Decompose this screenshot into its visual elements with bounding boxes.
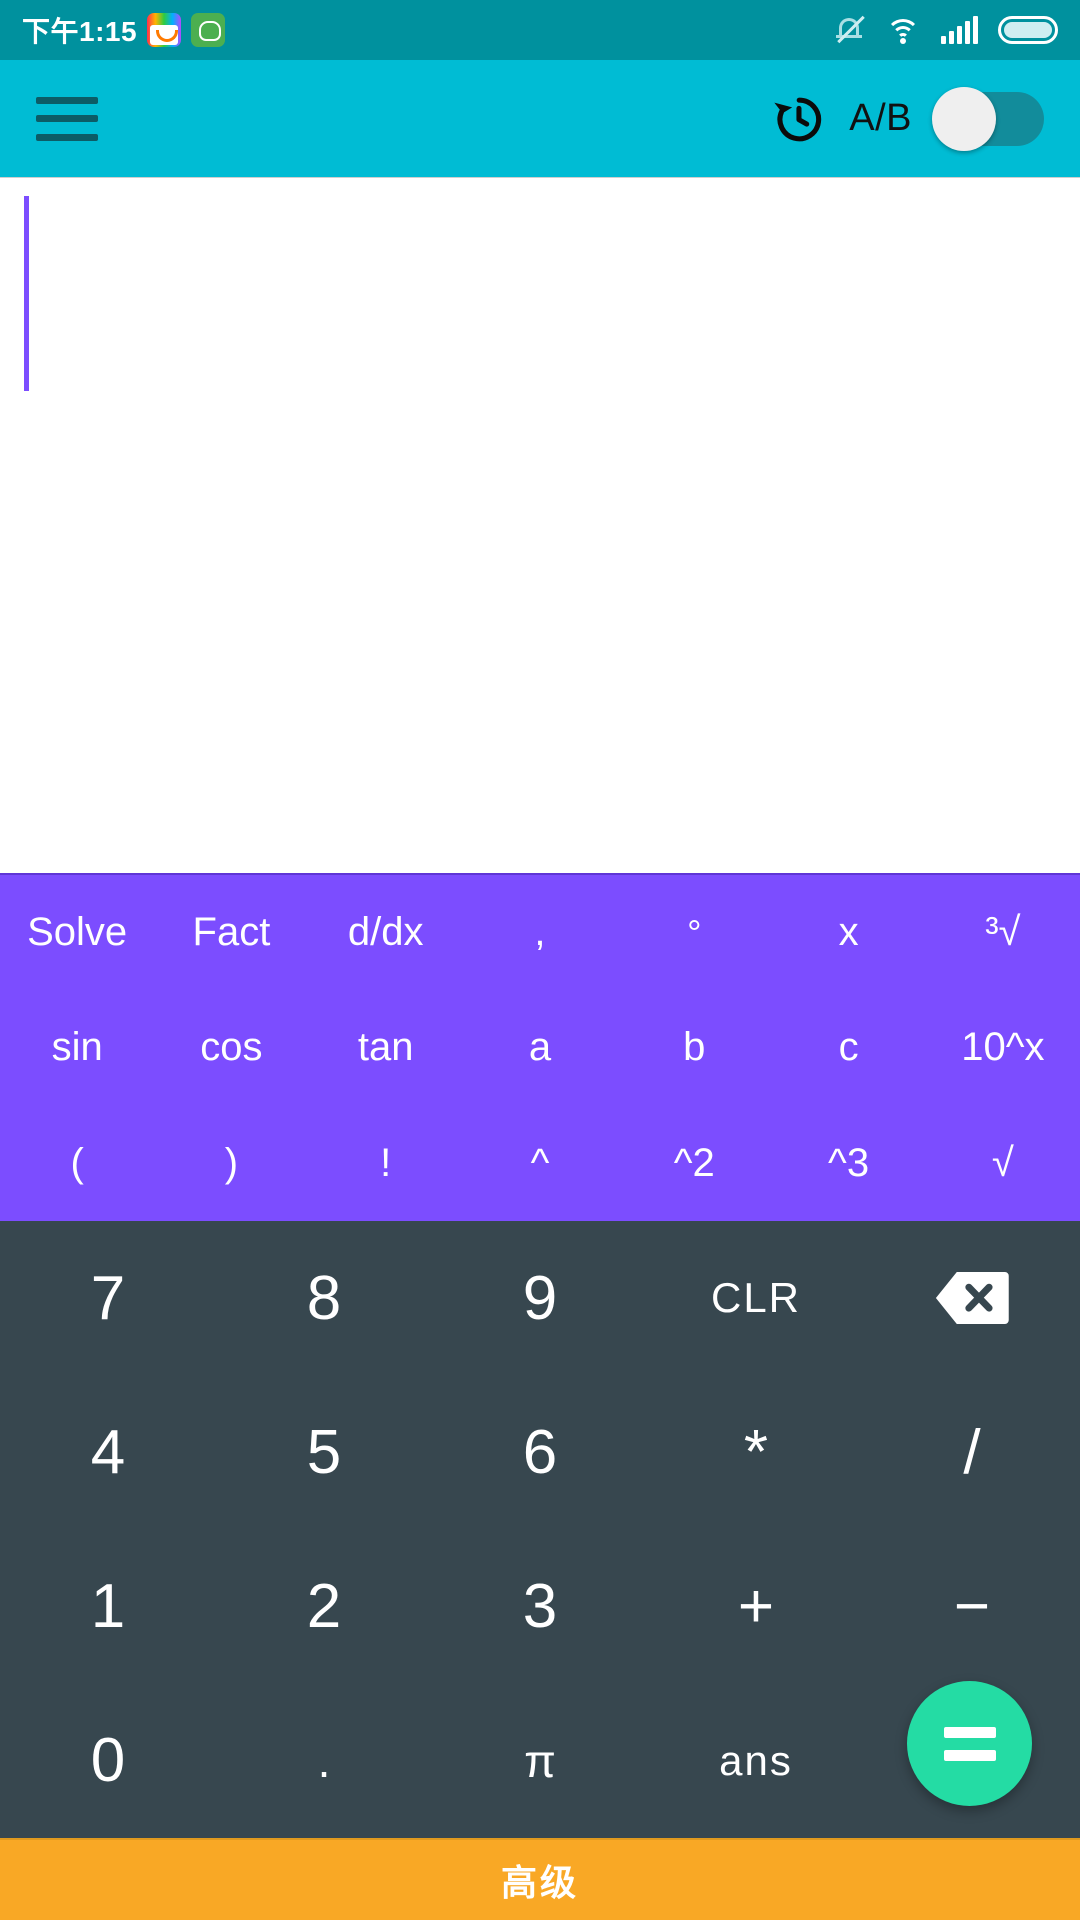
key-4[interactable]: 4 — [0, 1375, 216, 1529]
wifi-icon — [885, 16, 921, 44]
backspace-icon — [934, 1267, 1010, 1329]
equals-icon-top — [943, 1726, 996, 1738]
key-a[interactable]: a — [463, 990, 617, 1105]
key-tan[interactable]: tan — [309, 990, 463, 1105]
key-0[interactable]: 0 — [0, 1684, 216, 1838]
status-bar: 下午1:15 — [0, 0, 1080, 60]
key-plus[interactable]: + — [648, 1530, 864, 1684]
function-row-1: Solve Fact d/dx , ° x ³√ — [0, 875, 1080, 990]
key-clear[interactable]: CLR — [648, 1221, 864, 1375]
key-ans[interactable]: ans — [648, 1684, 864, 1838]
key-fact[interactable]: Fact — [154, 875, 308, 990]
signal-icon — [941, 16, 978, 44]
key-ddx[interactable]: d/dx — [309, 875, 463, 990]
key-cube[interactable]: ^3 — [771, 1106, 925, 1221]
key-3[interactable]: 3 — [432, 1530, 648, 1684]
key-6[interactable]: 6 — [432, 1375, 648, 1529]
key-7[interactable]: 7 — [0, 1221, 216, 1375]
key-9[interactable]: 9 — [432, 1221, 648, 1375]
advanced-mode-bar[interactable]: 高级 — [0, 1838, 1080, 1920]
key-backspace[interactable] — [864, 1221, 1080, 1375]
status-bar-left: 下午1:15 — [22, 10, 226, 50]
app-toolbar: A/B — [0, 60, 1080, 177]
function-row-3: ( ) ! ^ ^2 ^3 √ — [0, 1106, 1080, 1221]
toggle-thumb — [932, 86, 996, 151]
key-open-paren[interactable]: ( — [0, 1106, 154, 1221]
number-row-3: 1 2 3 + − — [0, 1530, 1080, 1684]
key-sqrt[interactable]: √ — [926, 1106, 1080, 1221]
advanced-mode-label: 高级 — [500, 1862, 579, 1903]
expression-display[interactable] — [0, 177, 1080, 873]
key-factorial[interactable]: ! — [309, 1106, 463, 1221]
key-2[interactable]: 2 — [216, 1530, 432, 1684]
key-divide[interactable]: / — [864, 1375, 1080, 1529]
key-sin[interactable]: sin — [0, 990, 154, 1105]
ab-mode-label: A/B — [849, 97, 912, 139]
calculator-app: 下午1:15 A/B Solve Fact d/dx , ° x ³√ sin … — [0, 0, 1080, 1920]
status-bar-right — [835, 14, 1058, 46]
status-clock: 下午1:15 — [22, 16, 138, 47]
key-square[interactable]: ^2 — [617, 1106, 771, 1221]
key-5[interactable]: 5 — [216, 1375, 432, 1529]
battery-icon — [998, 16, 1058, 44]
key-power[interactable]: ^ — [463, 1106, 617, 1221]
history-icon[interactable] — [769, 90, 827, 148]
key-x[interactable]: x — [771, 875, 925, 990]
key-comma[interactable]: , — [463, 875, 617, 990]
key-1[interactable]: 1 — [0, 1530, 216, 1684]
key-cube-root[interactable]: ³√ — [926, 875, 1080, 990]
key-8[interactable]: 8 — [216, 1221, 432, 1375]
key-decimal[interactable]: . — [216, 1684, 432, 1838]
key-solve[interactable]: Solve — [0, 875, 154, 990]
ab-mode-toggle[interactable] — [932, 86, 1044, 151]
equals-icon-bottom — [943, 1749, 996, 1761]
key-close-paren[interactable]: ) — [154, 1106, 308, 1221]
function-keypad: Solve Fact d/dx , ° x ³√ sin cos tan a b… — [0, 873, 1080, 1221]
number-row-2: 4 5 6 * / — [0, 1375, 1080, 1529]
key-ten-pow-x[interactable]: 10^x — [926, 990, 1080, 1105]
hamburger-menu-icon[interactable] — [36, 96, 98, 141]
key-minus[interactable]: − — [864, 1530, 1080, 1684]
key-cos[interactable]: cos — [154, 990, 308, 1105]
green-app-icon — [191, 13, 226, 47]
number-row-1: 7 8 9 CLR — [0, 1221, 1080, 1375]
text-cursor — [24, 196, 29, 391]
key-c[interactable]: c — [771, 990, 925, 1105]
key-pi[interactable]: π — [432, 1684, 648, 1838]
toolbar-actions: A/B — [769, 86, 1044, 151]
photo-app-icon — [147, 13, 182, 47]
key-b[interactable]: b — [617, 990, 771, 1105]
number-keypad: 7 8 9 CLR 4 5 6 * / 1 2 3 + − 0 . π ans — [0, 1221, 1080, 1838]
key-degree[interactable]: ° — [617, 875, 771, 990]
mute-icon — [835, 14, 865, 46]
equals-button[interactable] — [907, 1681, 1032, 1806]
function-row-2: sin cos tan a b c 10^x — [0, 990, 1080, 1105]
key-multiply[interactable]: * — [648, 1375, 864, 1529]
